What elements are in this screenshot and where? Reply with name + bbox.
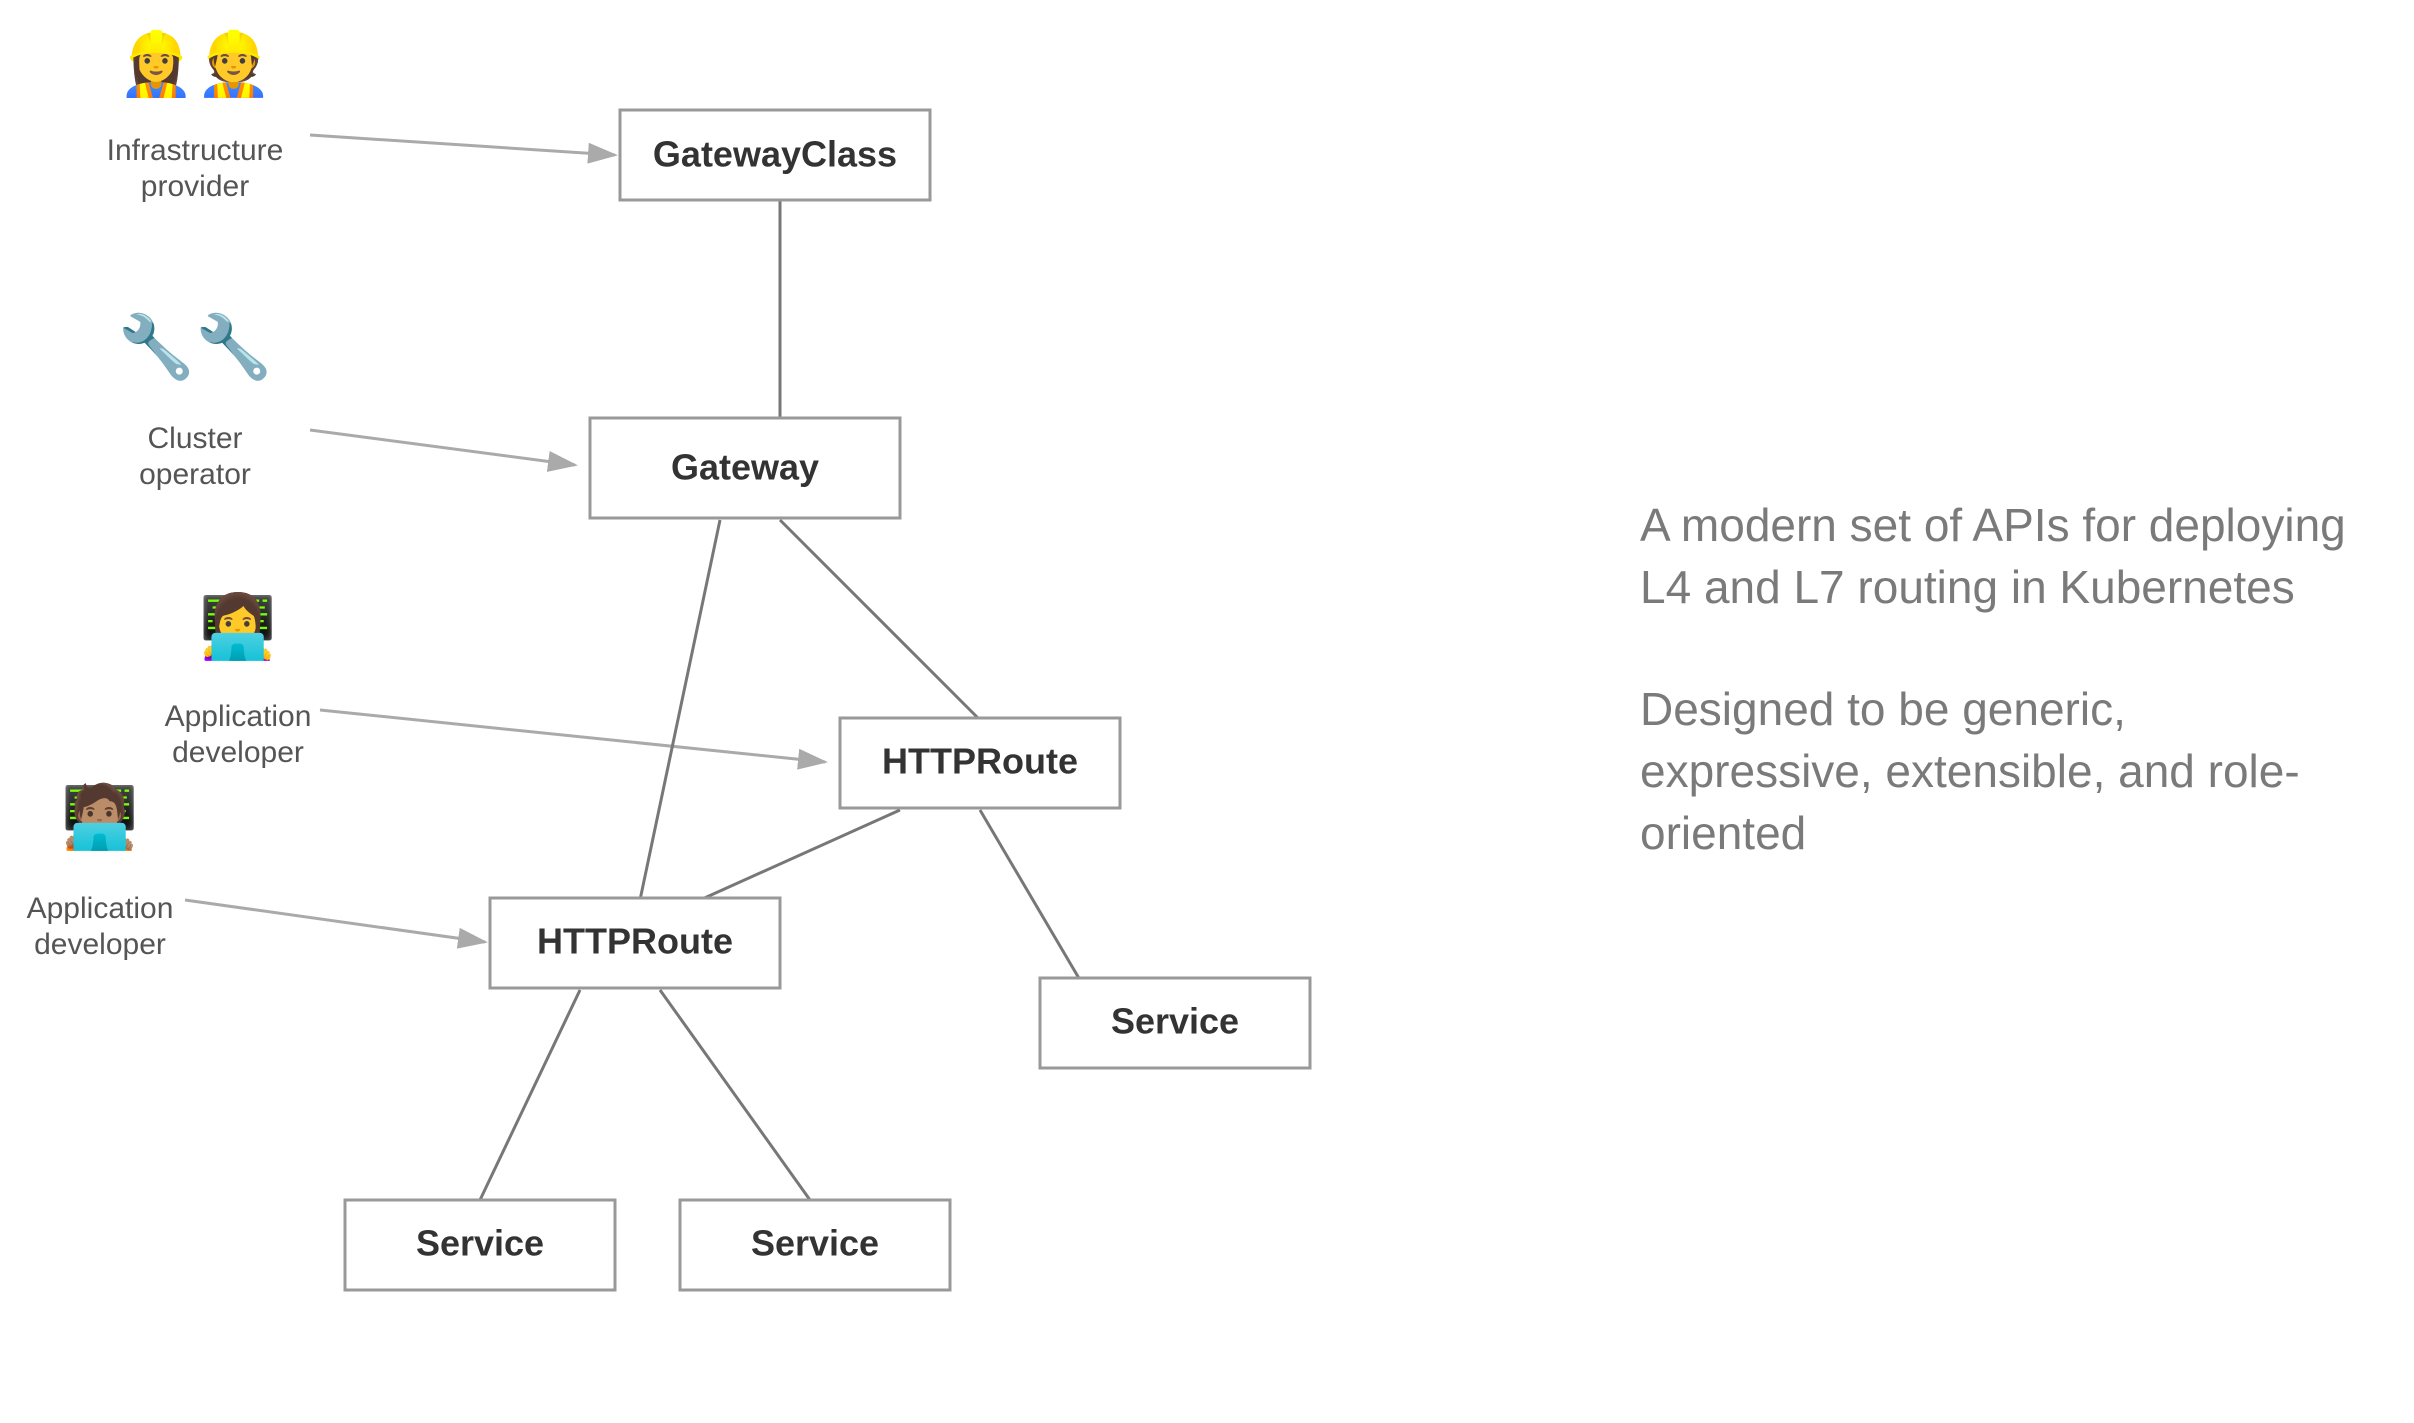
info-area: A modern set of APIs for deploying L4 an… xyxy=(1600,0,2414,1418)
svg-text:developer: developer xyxy=(34,928,166,961)
service3-box: Service xyxy=(680,1200,950,1290)
svg-text:Gateway: Gateway xyxy=(671,447,819,488)
app-developer2-role: 🧑🏽‍💻 Application developer xyxy=(27,779,174,961)
svg-text:Application: Application xyxy=(27,892,174,925)
svg-text:🧑🏽‍💻: 🧑🏽‍💻 xyxy=(61,779,138,852)
info-text-1: A modern set of APIs for deploying L4 an… xyxy=(1640,494,2354,618)
info-text-2: Designed to be generic, expressive, exte… xyxy=(1640,678,2354,864)
httproute2-box: HTTPRoute xyxy=(490,898,780,988)
svg-text:HTTPRoute: HTTPRoute xyxy=(537,921,733,962)
svg-text:GatewayClass: GatewayClass xyxy=(653,134,897,175)
svg-text:Infrastructure: Infrastructure xyxy=(107,134,284,167)
svg-text:HTTPRoute: HTTPRoute xyxy=(882,741,1078,782)
diagram-area: GatewayClass Gateway HTTPRoute HTTPRoute… xyxy=(0,0,1600,1418)
service2-box: Service xyxy=(345,1200,615,1290)
svg-text:Application: Application xyxy=(165,700,312,733)
svg-text:provider: provider xyxy=(141,170,249,203)
svg-text:👩‍💻: 👩‍💻 xyxy=(199,591,276,662)
app-developer1-role: 👩‍💻 Application developer xyxy=(165,591,312,769)
svg-text:operator: operator xyxy=(139,458,251,491)
gateway-box: Gateway xyxy=(590,418,900,518)
service1-box: Service xyxy=(1040,978,1310,1068)
svg-text:developer: developer xyxy=(172,736,304,769)
svg-text:Service: Service xyxy=(751,1223,879,1264)
svg-text:🔧🔧: 🔧🔧 xyxy=(118,309,272,382)
svg-text:Service: Service xyxy=(1111,1001,1239,1042)
httproute1-box: HTTPRoute xyxy=(840,718,1120,808)
infra-provider-role: 👷‍♀️👷 Infrastructure provider xyxy=(107,28,284,203)
svg-text:Cluster: Cluster xyxy=(147,422,242,455)
svg-text:Service: Service xyxy=(416,1223,544,1264)
gateway-class-box: GatewayClass xyxy=(620,110,930,200)
svg-text:👷‍♀️👷: 👷‍♀️👷 xyxy=(118,28,272,99)
cluster-operator-role: 🔧🔧 Cluster operator xyxy=(118,309,272,491)
